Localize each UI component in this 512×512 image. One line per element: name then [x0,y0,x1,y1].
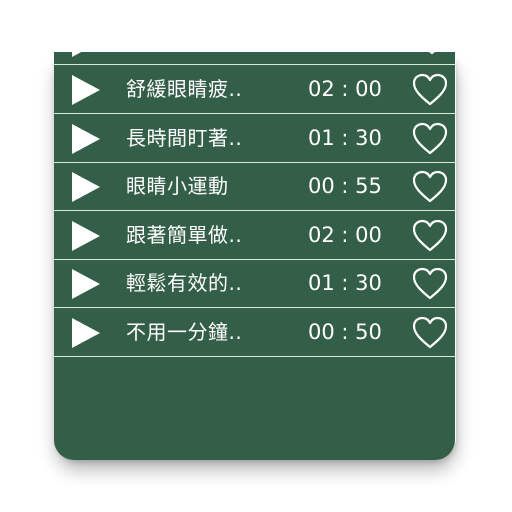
play-icon[interactable] [70,220,102,252]
track-duration: 01 : 30 [308,271,382,295]
play-icon[interactable] [70,171,102,203]
play-icon[interactable] [70,268,102,300]
track-duration: 00 : 55 [308,174,382,198]
track-title: 跟著簡單做.. [126,223,243,247]
list-item[interactable]: 不用一分鐘.. 00 : 50 [54,308,455,357]
track-title: 眼睛小運動 [126,174,229,198]
heart-outline-icon[interactable] [412,316,448,350]
heart-outline-icon[interactable] [414,52,450,56]
list-item-partial[interactable] [54,52,455,65]
exercise-list-panel[interactable]: 舒緩眼睛疲.. 02 : 00 長時間盯著.. 01 : 30 眼睛小運動 00… [54,52,455,460]
track-duration: 01 : 30 [308,126,382,150]
track-duration: 00 : 50 [308,320,382,344]
list-item[interactable]: 舒緩眼睛疲.. 02 : 00 [54,65,455,114]
heart-outline-icon[interactable] [412,170,448,204]
heart-outline-icon[interactable] [412,267,448,301]
list-item[interactable]: 跟著簡單做.. 02 : 00 [54,211,455,260]
list-item[interactable]: 長時間盯著.. 01 : 30 [54,114,455,163]
play-icon[interactable] [70,123,102,155]
track-title: 輕鬆有效的.. [126,271,243,295]
track-title: 舒緩眼睛疲.. [126,77,243,101]
play-icon[interactable] [70,52,102,58]
track-duration: 02 : 00 [308,223,382,247]
heart-outline-icon[interactable] [412,73,448,107]
heart-outline-icon[interactable] [412,219,448,253]
play-icon[interactable] [70,74,102,106]
track-title: 不用一分鐘.. [126,320,243,344]
list-item[interactable]: 輕鬆有效的.. 01 : 30 [54,259,455,308]
track-duration: 02 : 00 [308,77,382,101]
list-item[interactable]: 眼睛小運動 00 : 55 [54,162,455,211]
heart-outline-icon[interactable] [412,122,448,156]
track-title: 長時間盯著.. [126,126,243,150]
play-icon[interactable] [70,317,102,349]
